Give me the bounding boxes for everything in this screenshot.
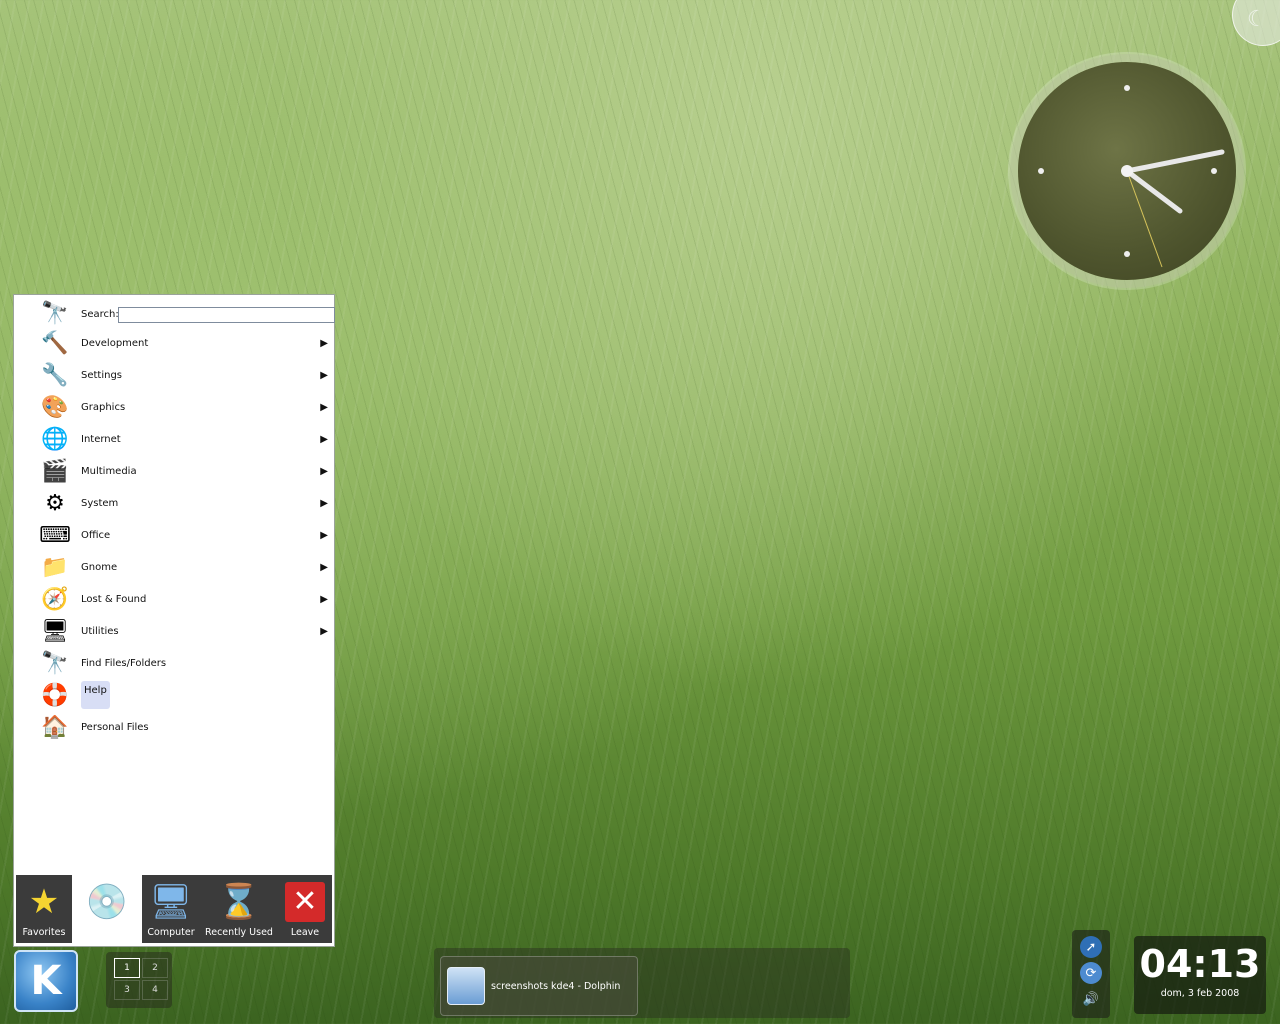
menu-item-multimedia[interactable]: 🎬 Multimedia ▶ xyxy=(14,455,334,487)
menu-item-graphics[interactable]: 🎨 Graphics ▶ xyxy=(14,391,334,423)
tab-leave[interactable]: ✕ Leave xyxy=(278,875,332,943)
submenu-arrow-icon: ▶ xyxy=(320,369,328,381)
kmenu-button[interactable]: K xyxy=(14,950,78,1012)
applications-icon: 💿 xyxy=(85,882,129,922)
pager-desktop-2[interactable]: 2 xyxy=(142,958,168,978)
volume-icon[interactable]: 🔊 xyxy=(1080,988,1102,1010)
menu-item-settings[interactable]: 🔧 Settings ▶ xyxy=(14,359,334,391)
menu-item-utilities[interactable]: 🖥 Utilities ▶ xyxy=(14,615,334,647)
menu-item-label: Utilities xyxy=(81,625,119,637)
clock-center xyxy=(1121,165,1133,177)
tab-favorites[interactable]: ★ Favorites xyxy=(16,875,72,943)
home-folder-icon: 🏠 xyxy=(41,714,69,740)
tab-label: Computer xyxy=(147,927,195,938)
clock-date: dom, 3 feb 2008 xyxy=(1160,988,1240,999)
submenu-arrow-icon: ▶ xyxy=(320,433,328,445)
menu-item-label: Gnome xyxy=(81,561,118,573)
menu-item-find-files[interactable]: 🔭 Find Files/Folders xyxy=(14,647,334,679)
digital-clock[interactable]: 04:13 dom, 3 feb 2008 xyxy=(1134,936,1266,1014)
submenu-arrow-icon: ▶ xyxy=(320,593,328,605)
menu-item-label: Office xyxy=(81,529,111,541)
clock-mark xyxy=(1124,85,1130,91)
terminal-icon: 🖥 xyxy=(41,618,69,644)
binoculars-icon: 🔭 xyxy=(41,300,69,326)
search-input[interactable] xyxy=(118,307,335,323)
search-label: Search: xyxy=(81,309,119,320)
kickoff-menu: 🔭 Search: 🔨 Development ▶ 🔧 Settings ▶ 🎨… xyxy=(13,294,335,947)
clock-mark xyxy=(1124,251,1130,257)
file-manager-icon xyxy=(447,967,485,1005)
tab-label: Favorites xyxy=(22,927,66,938)
clock-mark xyxy=(1038,168,1044,174)
menu-item-lost-and-found[interactable]: 🧭 Lost & Found ▶ xyxy=(14,583,334,615)
menu-item-label: Settings xyxy=(81,369,123,381)
hammer-icon: 🔨 xyxy=(41,330,69,356)
tab-applications[interactable]: 💿 xyxy=(72,875,142,943)
menu-item-system[interactable]: ⚙ System ▶ xyxy=(14,487,334,519)
clock-time: 04:13 xyxy=(1139,942,1261,986)
tab-label: Recently Used xyxy=(205,927,273,938)
menu-item-label: Multimedia xyxy=(81,465,137,477)
desktop-pager: 1 2 3 4 xyxy=(106,952,172,1008)
globe-icon: 🌐 xyxy=(41,426,69,452)
tab-recently-used[interactable]: ⌛ Recently Used xyxy=(200,875,278,943)
menu-item-label: Help xyxy=(81,681,110,709)
tools-icon: 🔧 xyxy=(41,362,69,388)
network-icon[interactable]: ➚ xyxy=(1080,936,1102,958)
submenu-arrow-icon: ▶ xyxy=(320,337,328,349)
clock-mark xyxy=(1211,168,1217,174)
gear-icon: ⚙ xyxy=(45,490,65,516)
analog-clock-face xyxy=(1038,85,1225,268)
menu-item-label: Internet xyxy=(81,433,121,445)
close-icon: ✕ xyxy=(285,882,325,922)
system-tray: ➚ ⟳ 🔊 xyxy=(1072,930,1110,1018)
submenu-arrow-icon: ▶ xyxy=(320,561,328,573)
moon-icon: ☾ xyxy=(1247,7,1267,32)
computer-icon: 🖥 xyxy=(149,882,193,922)
menu-item-label: Graphics xyxy=(81,401,126,413)
kde-logo-icon: K xyxy=(30,958,62,1004)
taskbar: screenshots kde4 - Dolphin xyxy=(434,948,850,1018)
typewriter-icon: ⌨ xyxy=(39,522,71,548)
menu-item-label: System xyxy=(81,497,119,509)
menu-item-label: Find Files/Folders xyxy=(81,657,167,669)
submenu-arrow-icon: ▶ xyxy=(320,465,328,477)
desktop-toolbox[interactable]: ☾ xyxy=(1232,0,1280,46)
submenu-arrow-icon: ▶ xyxy=(320,529,328,541)
menu-item-office[interactable]: ⌨ Office ▶ xyxy=(14,519,334,551)
binoculars-icon: 🔭 xyxy=(41,650,69,676)
submenu-arrow-icon: ▶ xyxy=(320,625,328,637)
menu-item-label: Personal Files xyxy=(81,721,149,733)
menu-item-personal-files[interactable]: 🏠 Personal Files xyxy=(14,711,334,743)
submenu-arrow-icon: ▶ xyxy=(320,497,328,509)
multimedia-icon: 🎬 xyxy=(41,458,69,484)
palette-icon: 🎨 xyxy=(41,394,69,420)
search-row: 🔭 Search: xyxy=(14,297,335,329)
lifebuoy-icon: 🛟 xyxy=(41,682,69,708)
clock-minute-hand xyxy=(1124,149,1225,174)
tab-computer[interactable]: 🖥 Computer xyxy=(142,875,200,943)
pager-desktop-3[interactable]: 3 xyxy=(114,980,140,1000)
menu-item-development[interactable]: 🔨 Development ▶ xyxy=(14,327,334,359)
hourglass-icon: ⌛ xyxy=(217,882,261,922)
folder-icon: 📁 xyxy=(41,554,69,580)
star-icon: ★ xyxy=(28,882,60,922)
task-label: screenshots kde4 - Dolphin xyxy=(491,981,621,992)
tab-label: Leave xyxy=(290,927,320,938)
submenu-arrow-icon: ▶ xyxy=(320,401,328,413)
menu-item-help[interactable]: 🛟 Help xyxy=(14,679,334,711)
pager-desktop-1[interactable]: 1 xyxy=(114,958,140,978)
menu-item-gnome[interactable]: 📁 Gnome ▶ xyxy=(14,551,334,583)
pager-desktop-4[interactable]: 4 xyxy=(142,980,168,1000)
kickoff-tab-bar: ★ Favorites 💿 🖥 Computer ⌛ Recently Used… xyxy=(16,875,332,943)
menu-item-internet[interactable]: 🌐 Internet ▶ xyxy=(14,423,334,455)
lost-and-found-icon: 🧭 xyxy=(41,586,69,612)
menu-item-label: Development xyxy=(81,337,149,349)
analog-clock xyxy=(1018,62,1236,280)
menu-item-label: Lost & Found xyxy=(81,593,147,605)
update-icon[interactable]: ⟳ xyxy=(1080,962,1102,984)
taskbar-item-dolphin[interactable]: screenshots kde4 - Dolphin xyxy=(440,956,638,1016)
clock-hour-hand xyxy=(1124,168,1183,214)
